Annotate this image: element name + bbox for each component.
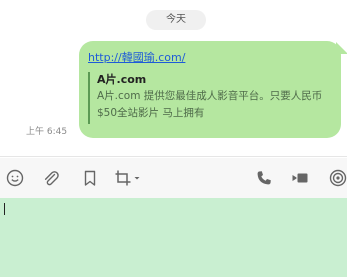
broadcast-icon[interactable] xyxy=(328,168,347,188)
bookmark-icon[interactable] xyxy=(80,168,100,188)
phone-icon[interactable] xyxy=(254,168,274,188)
attach-icon[interactable] xyxy=(41,168,61,188)
composer-toolbar xyxy=(0,158,347,198)
link-preview-description: A片.com 提供您最佳成人影音平台。只要人民币$50全站影片 马上拥有 xyxy=(97,90,323,119)
crop-icon[interactable] xyxy=(113,168,133,188)
chevron-down-icon[interactable] xyxy=(132,168,142,188)
date-divider: 今天 xyxy=(146,10,206,30)
emoji-icon[interactable] xyxy=(5,168,25,188)
link-preview-title: A片.com xyxy=(97,73,147,86)
message-timestamp: 上午 6:45 xyxy=(26,127,68,137)
message-link[interactable]: http://韓國瑜.com/ xyxy=(88,49,185,65)
message-input[interactable] xyxy=(0,198,347,277)
video-call-icon[interactable] xyxy=(290,168,310,188)
message-bubble-tail xyxy=(336,42,347,54)
link-preview[interactable]: A片.com A片.com 提供您最佳成人影音平台。只要人民币$50全站影片 马… xyxy=(88,72,335,124)
toolbar-divider xyxy=(0,156,347,157)
text-caret xyxy=(4,203,5,215)
chat-area: 今天 http://韓國瑜.com/ A片.com A片.com 提供您最佳成人… xyxy=(0,0,347,156)
